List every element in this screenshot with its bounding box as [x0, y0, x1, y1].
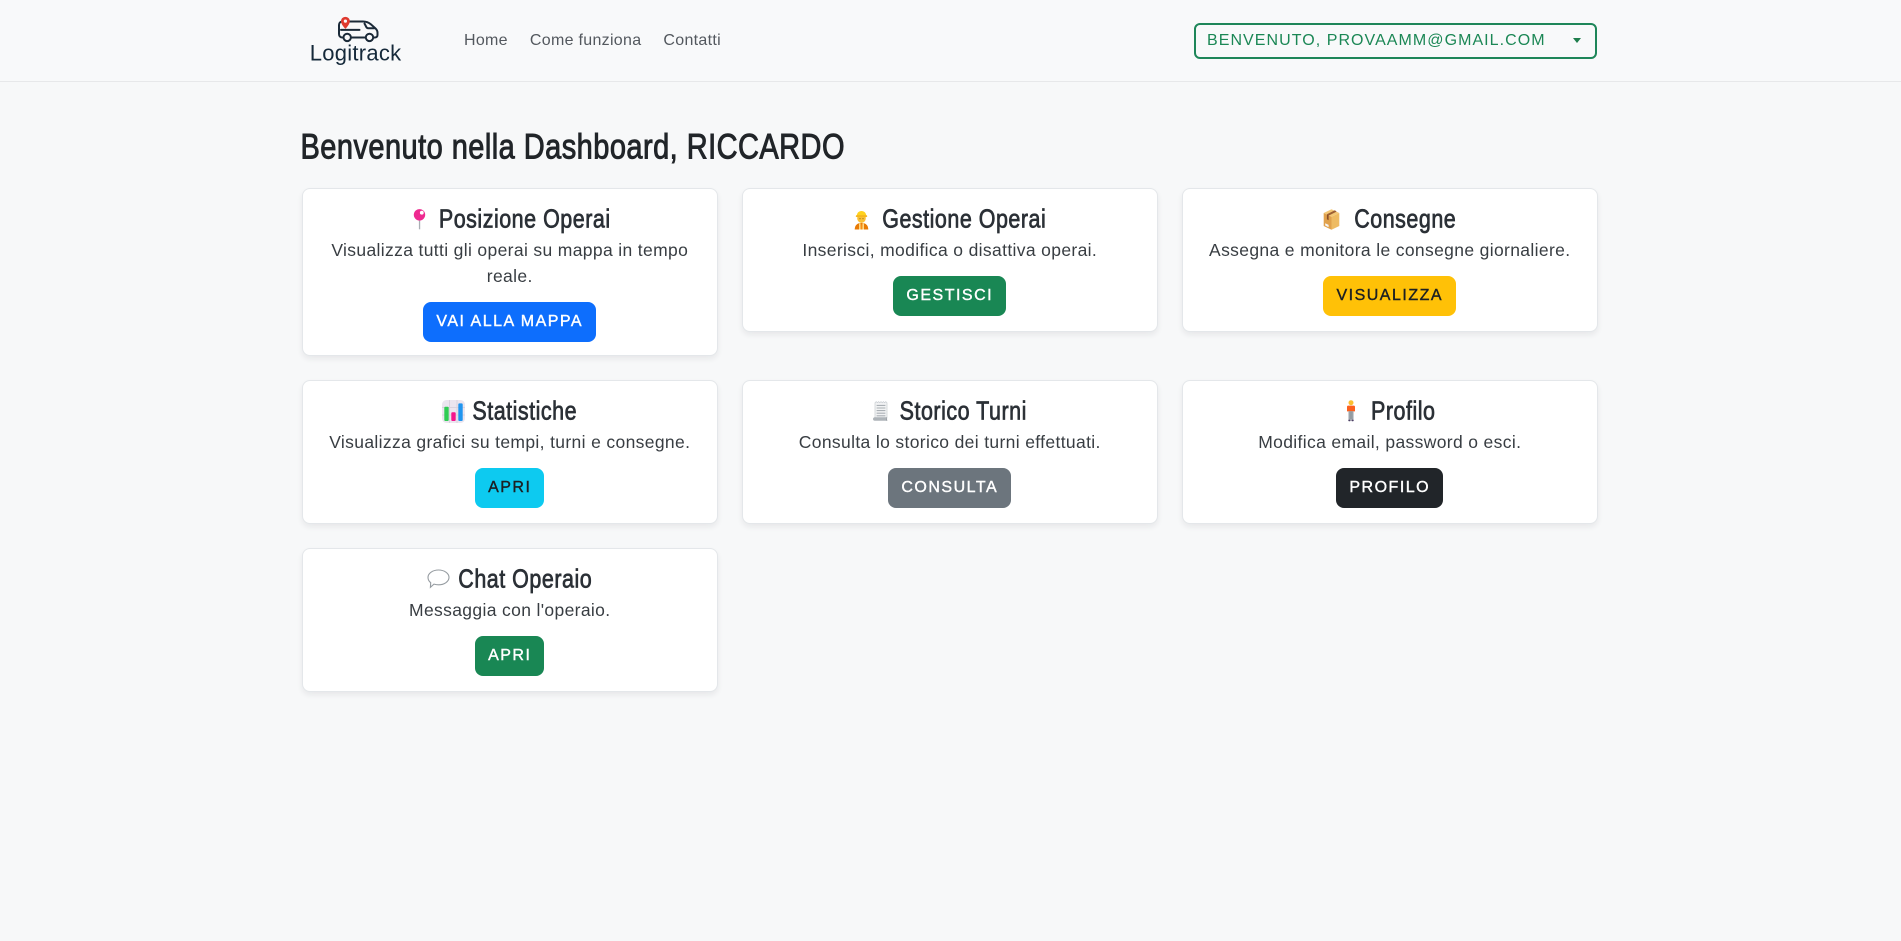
svg-text:Logitrack: Logitrack — [310, 41, 402, 66]
